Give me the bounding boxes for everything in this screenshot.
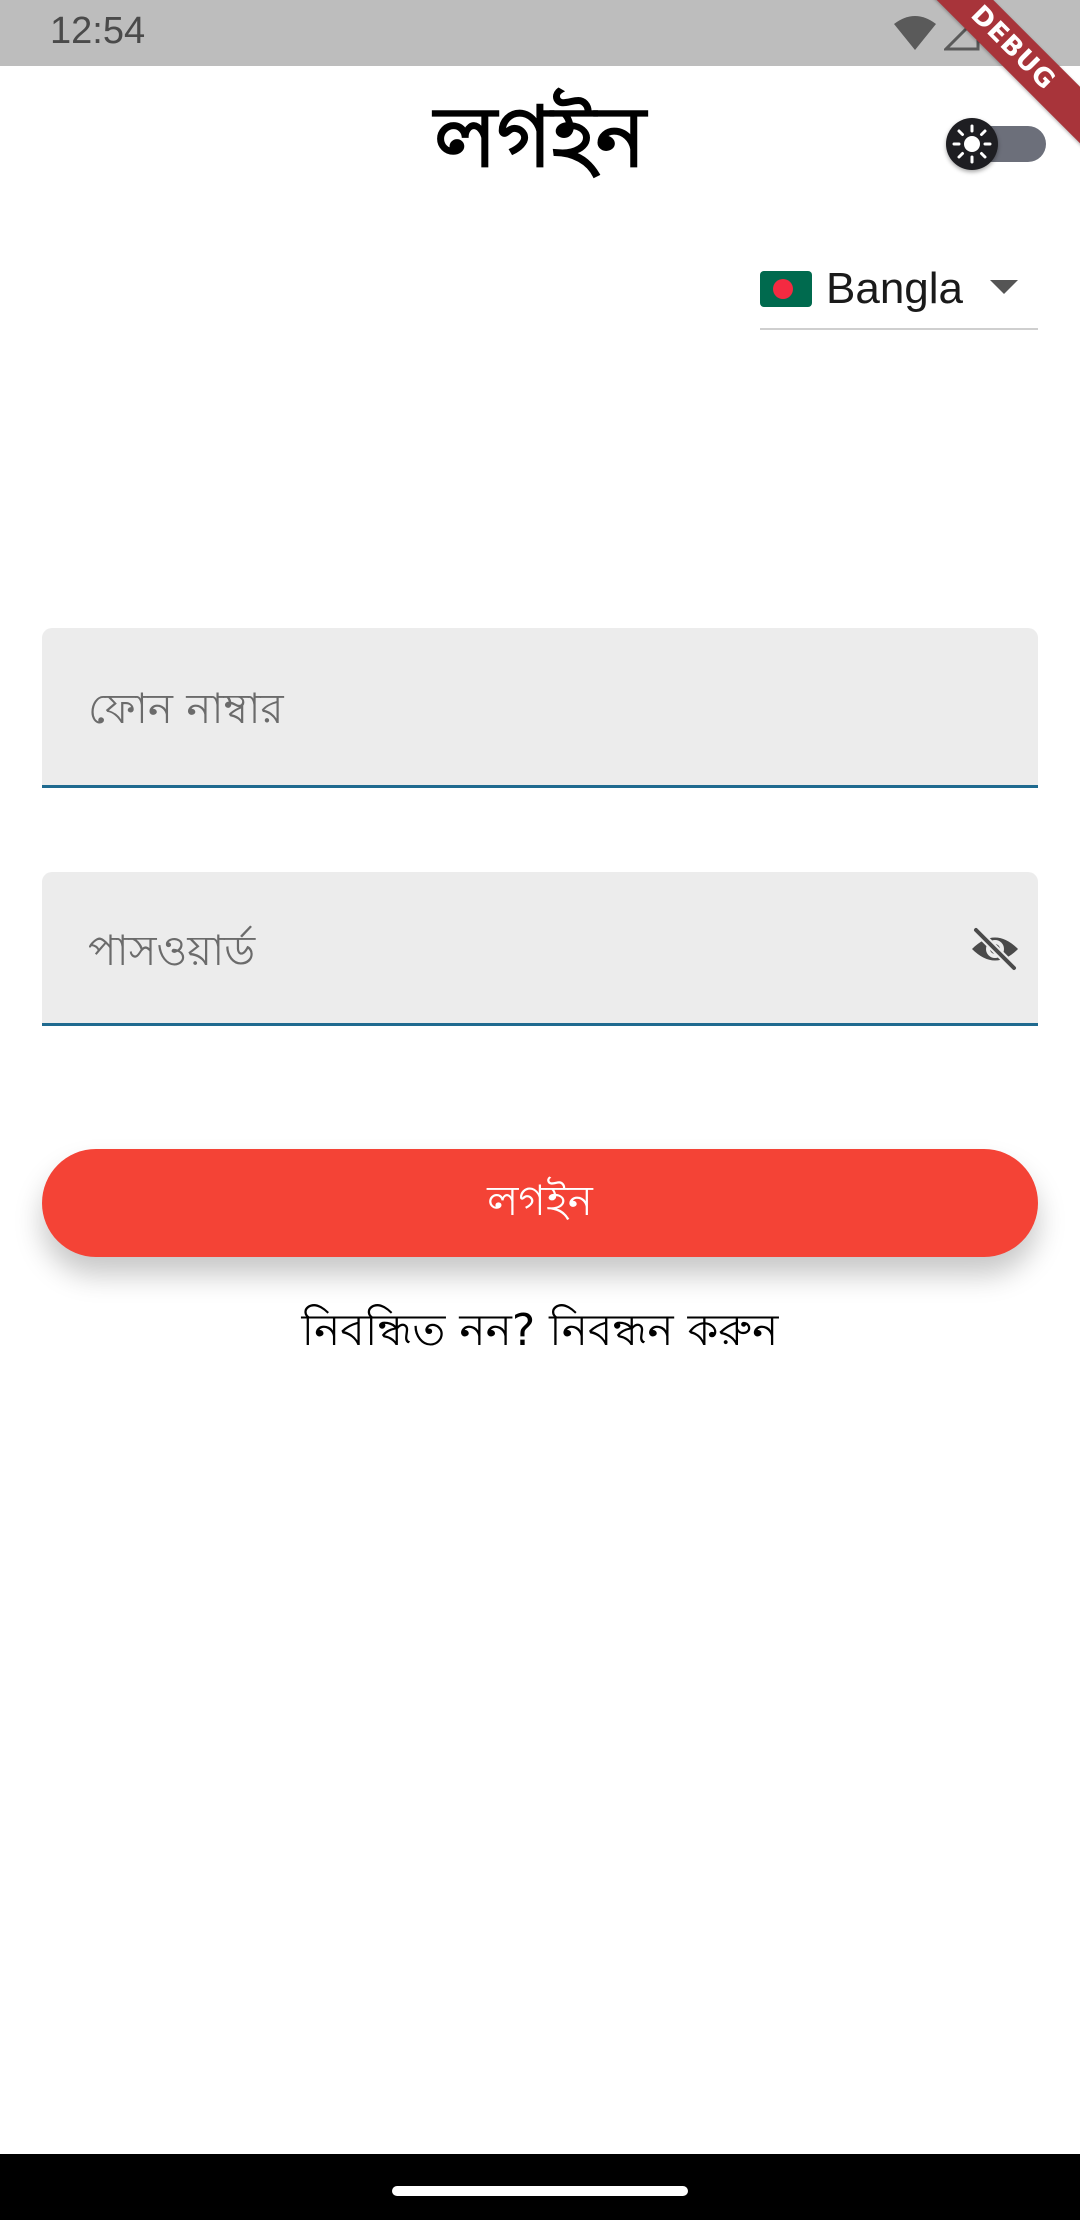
chevron-down-icon [990, 280, 1018, 294]
password-placeholder: পাসওয়ার্ড [88, 926, 256, 975]
phone-placeholder: ফোন নাম্বার [88, 684, 284, 733]
eye-off-icon[interactable] [968, 922, 1022, 976]
sun-icon [952, 124, 992, 164]
theme-toggle[interactable] [946, 118, 1046, 170]
login-button-label: লগইন [487, 1175, 593, 1225]
register-link[interactable]: নিবন্ধিত নন? নিবন্ধন করুন [0, 1296, 1080, 1346]
bangladesh-flag [760, 271, 812, 307]
phone-field[interactable]: ফোন নাম্বার [42, 628, 1038, 788]
home-indicator[interactable] [392, 2186, 688, 2196]
navigation-bar [0, 2154, 1080, 2220]
status-time: 12:54 [50, 10, 146, 52]
page-title: লগইন [434, 88, 646, 186]
language-dropdown[interactable]: Bangla [760, 250, 1038, 330]
toggle-thumb [946, 118, 998, 170]
password-field[interactable]: পাসওয়ার্ড [42, 872, 1038, 1026]
wifi-icon [894, 16, 936, 50]
status-bar: 12:54 [0, 0, 1080, 66]
login-button[interactable]: লগইন [42, 1149, 1038, 1257]
login-screen: 12:54 DEBUG লগইন Bangla ফোন নাম্বার পাসও… [0, 0, 1080, 2220]
language-label: Bangla [826, 264, 964, 313]
